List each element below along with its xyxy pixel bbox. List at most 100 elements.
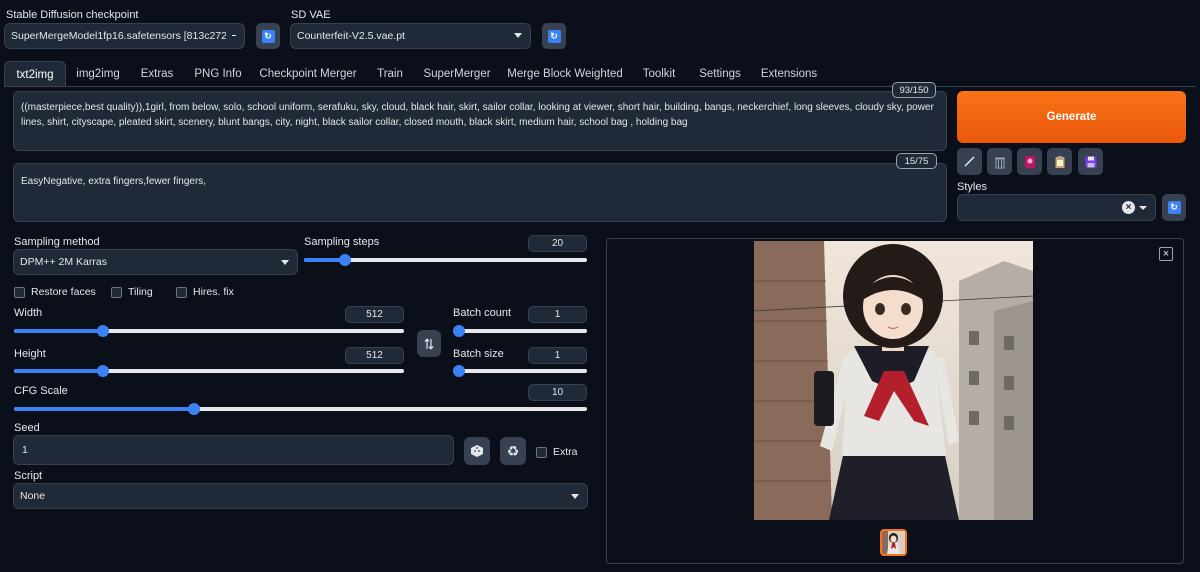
cfg-scale-input[interactable]: 10: [528, 384, 587, 401]
vae-dropdown[interactable]: Counterfeit-V2.5.vae.pt: [290, 23, 531, 49]
seed-label: Seed: [14, 422, 40, 434]
clear-prompt-button[interactable]: [987, 148, 1012, 175]
tab-settings[interactable]: Settings: [694, 61, 746, 87]
sampling-steps-label: Sampling steps: [304, 236, 380, 248]
batch-size-label: Batch size: [453, 348, 504, 360]
extra-networks-button[interactable]: [1017, 148, 1042, 175]
sampling-method-value: DPM++ 2M Karras: [20, 256, 107, 268]
batch-count-slider[interactable]: [453, 325, 587, 337]
tab-checkpoint-merger[interactable]: Checkpoint Merger: [256, 61, 360, 87]
tab-train[interactable]: Train: [371, 61, 409, 87]
slider-thumb[interactable]: [97, 325, 109, 337]
vae-label: SD VAE: [291, 9, 331, 21]
refresh-icon: ↻: [261, 29, 275, 43]
checkpoint-label: Stable Diffusion checkpoint: [6, 9, 139, 21]
tab-bar: txt2img img2img Extras PNG Info Checkpoi…: [0, 61, 1200, 87]
tab-img2img[interactable]: img2img: [70, 61, 126, 87]
generated-image[interactable]: [754, 241, 1033, 520]
extra-seed-label: Extra: [553, 446, 578, 458]
slider-fill: [14, 369, 103, 373]
gallery-thumbnail[interactable]: [880, 529, 907, 556]
extra-seed-checkbox[interactable]: [536, 447, 547, 458]
chevron-down-icon: [571, 494, 579, 499]
picture-card-icon: [1024, 155, 1035, 168]
width-slider[interactable]: [14, 325, 404, 337]
tab-toolkit[interactable]: Toolkit: [636, 61, 682, 87]
height-slider[interactable]: [14, 365, 404, 377]
restore-faces-label: Restore faces: [31, 286, 96, 298]
sampling-method-dropdown[interactable]: DPM++ 2M Karras: [13, 249, 298, 275]
vae-value: Counterfeit-V2.5.vae.pt: [297, 30, 405, 42]
tab-supermerger[interactable]: SuperMerger: [420, 61, 494, 87]
script-label: Script: [14, 470, 43, 482]
height-label: Height: [14, 348, 46, 360]
script-dropdown[interactable]: None: [13, 483, 588, 509]
styles-refresh-button[interactable]: ↻: [1162, 194, 1186, 221]
batch-size-input[interactable]: 1: [528, 347, 587, 364]
vae-refresh-button[interactable]: ↻: [542, 23, 566, 49]
hires-fix-label: Hires. fix: [193, 286, 234, 298]
hires-fix-checkbox[interactable]: [176, 287, 187, 298]
random-seed-button[interactable]: [464, 437, 490, 465]
height-input[interactable]: 512: [345, 347, 404, 364]
batch-count-label: Batch count: [453, 307, 512, 319]
swap-arrows-icon: [424, 338, 434, 349]
tiling-checkbox[interactable]: [111, 287, 122, 298]
arrow-diagonal-icon: [964, 156, 975, 167]
width-label: Width: [14, 307, 43, 319]
slider-thumb[interactable]: [188, 403, 200, 415]
restore-faces-checkbox[interactable]: [14, 287, 25, 298]
seed-input[interactable]: 1: [13, 435, 454, 465]
chevron-down-icon: [514, 33, 522, 38]
clipboard-icon: [1055, 155, 1064, 168]
slider-thumb[interactable]: [339, 254, 351, 266]
checkpoint-value: SuperMergeModel1fp16.safetensors [813c27…: [11, 30, 226, 42]
save-style-button[interactable]: [1078, 148, 1103, 175]
floppy-disk-icon: [1085, 156, 1096, 167]
sampling-steps-input[interactable]: 20: [528, 235, 587, 252]
apply-style-button[interactable]: [1047, 148, 1072, 175]
read-params-button[interactable]: [957, 148, 982, 175]
batch-count-input[interactable]: 1: [528, 306, 587, 323]
checkpoint-refresh-button[interactable]: ↻: [256, 23, 280, 49]
slider-thumb[interactable]: [453, 325, 465, 337]
refresh-icon: ↻: [1167, 201, 1181, 214]
width-input[interactable]: 512: [345, 306, 404, 323]
styles-dropdown[interactable]: ×: [957, 194, 1156, 221]
sampling-method-label: Sampling method: [14, 236, 100, 248]
recycle-icon: ♻: [506, 443, 520, 459]
reuse-seed-button[interactable]: ♻: [500, 437, 526, 465]
swap-dimensions-button[interactable]: [417, 330, 441, 357]
seed-value: 1: [22, 444, 28, 456]
chevron-down-icon: [1139, 206, 1147, 210]
slider-thumb[interactable]: [97, 365, 109, 377]
tab-divider: [4, 86, 1196, 87]
tab-png-info[interactable]: PNG Info: [190, 61, 246, 87]
prompt-token-counter: 93/150: [892, 82, 936, 98]
prompt-textarea[interactable]: ((masterpiece,best quality)),1girl, from…: [13, 91, 947, 151]
cfg-scale-label: CFG Scale: [14, 385, 68, 397]
script-value: None: [20, 490, 46, 502]
generate-button[interactable]: Generate: [957, 91, 1186, 143]
slider-thumb[interactable]: [453, 365, 465, 377]
batch-size-slider[interactable]: [453, 365, 587, 377]
tiling-label: Tiling: [128, 286, 153, 298]
sampling-steps-slider[interactable]: [304, 254, 587, 266]
slider-fill: [14, 329, 103, 333]
tab-merge-block-weighted[interactable]: Merge Block Weighted: [506, 61, 624, 87]
slider-fill: [14, 407, 194, 411]
clear-selection-icon[interactable]: ×: [1122, 201, 1135, 214]
thumbnail-image: [882, 531, 905, 554]
negative-prompt-textarea[interactable]: EasyNegative, extra fingers,fewer finger…: [13, 163, 947, 222]
dropdown-dash-icon: [232, 35, 236, 36]
refresh-icon: ↻: [547, 29, 561, 43]
close-icon[interactable]: ×: [1159, 247, 1173, 261]
chevron-down-icon: [281, 260, 289, 265]
cfg-scale-slider[interactable]: [14, 403, 587, 415]
tab-extensions[interactable]: Extensions: [757, 61, 821, 87]
checkpoint-dropdown[interactable]: SuperMergeModel1fp16.safetensors [813c27…: [4, 23, 245, 49]
styles-label: Styles: [957, 181, 987, 193]
tab-extras[interactable]: Extras: [134, 61, 180, 87]
trash-icon: [994, 157, 1005, 168]
tab-txt2img[interactable]: txt2img: [4, 61, 66, 87]
